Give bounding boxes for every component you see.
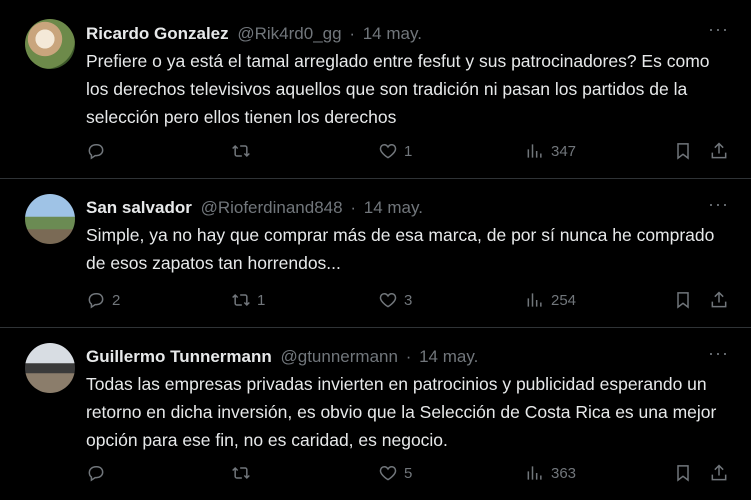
reply-icon <box>88 144 104 160</box>
bookmark-button[interactable] <box>673 139 693 163</box>
bookmark-button[interactable] <box>673 461 693 485</box>
tweet-text: Simple, ya no hay que comprar más de esa… <box>86 225 715 273</box>
like-button[interactable]: 1 <box>378 139 412 163</box>
retweet-button[interactable]: 1 <box>231 288 265 312</box>
tweet[interactable]: Ricardo Gonzalez @Rik4rd0_gg · 14 may. ·… <box>0 0 751 179</box>
views-count: 347 <box>551 142 577 160</box>
bookmark-icon <box>677 292 689 309</box>
author-name[interactable]: San salvador <box>86 198 192 217</box>
reply-icon <box>88 466 104 482</box>
retweet-button[interactable] <box>231 461 257 485</box>
author-name[interactable]: Ricardo Gonzalez <box>86 24 229 43</box>
like-count: 3 <box>404 291 413 309</box>
views-icon <box>527 466 542 480</box>
reply-button[interactable]: 2 <box>86 288 120 312</box>
tweet-actions: 1 347 <box>0 139 751 163</box>
retweet-count: 1 <box>257 291 266 309</box>
tweet-date[interactable]: 14 may. <box>363 24 422 43</box>
tweet-header: Guillermo Tunnermann @gtunnermann · 14 m… <box>86 347 478 367</box>
tweet-date[interactable]: 14 may. <box>364 198 423 217</box>
author-handle[interactable]: @gtunnermann <box>281 347 398 366</box>
reply-feed: Ricardo Gonzalez @Rik4rd0_gg · 14 may. ·… <box>0 0 751 500</box>
avatar[interactable] <box>25 194 75 244</box>
tweet-actions: 5 363 <box>0 461 751 485</box>
share-icon <box>711 142 727 159</box>
share-icon <box>711 291 727 308</box>
share-button[interactable] <box>709 139 729 163</box>
like-count: 5 <box>404 464 413 482</box>
tweet-text: Todas las empresas privadas invierten en… <box>86 374 717 450</box>
author-handle[interactable]: @Rik4rd0_gg <box>237 24 341 43</box>
share-icon <box>711 464 727 481</box>
tweet-header: Ricardo Gonzalez @Rik4rd0_gg · 14 may. <box>86 24 422 44</box>
avatar[interactable] <box>25 343 75 393</box>
avatar[interactable] <box>25 19 75 69</box>
reply-icon <box>88 293 104 309</box>
like-button[interactable]: 5 <box>378 461 412 485</box>
like-button[interactable]: 3 <box>378 288 412 312</box>
views-button[interactable]: 363 <box>525 461 576 485</box>
separator-dot: · <box>350 198 356 217</box>
tweet-date[interactable]: 14 may. <box>419 347 478 366</box>
reply-button[interactable] <box>86 139 112 163</box>
retweet-button[interactable] <box>231 139 257 163</box>
bookmark-icon <box>677 465 689 482</box>
more-options-icon[interactable]: ··· <box>708 344 729 362</box>
more-options-icon[interactable]: ··· <box>708 195 729 213</box>
tweet-header: San salvador @Rioferdinand848 · 14 may. <box>86 198 423 218</box>
views-count: 363 <box>551 464 577 482</box>
separator-dot: · <box>349 24 355 43</box>
bookmark-icon <box>677 143 689 160</box>
share-button[interactable] <box>709 461 729 485</box>
heart-icon <box>379 465 397 481</box>
views-button[interactable]: 347 <box>525 139 576 163</box>
tweet[interactable]: San salvador @Rioferdinand848 · 14 may. … <box>0 179 751 328</box>
author-name[interactable]: Guillermo Tunnermann <box>86 347 272 366</box>
like-count: 1 <box>404 142 413 160</box>
views-count: 254 <box>551 291 577 309</box>
reply-count: 2 <box>112 291 121 309</box>
views-icon <box>527 293 542 307</box>
author-handle[interactable]: @Rioferdinand848 <box>201 198 343 217</box>
tweet-text: Prefiere o ya está el tamal arreglado en… <box>86 51 710 127</box>
views-button[interactable]: 254 <box>525 288 576 312</box>
share-button[interactable] <box>709 288 729 312</box>
retweet-icon <box>232 466 250 480</box>
reply-button[interactable] <box>86 461 112 485</box>
views-icon <box>527 144 542 158</box>
tweet-actions: 2 1 3 254 <box>0 288 751 312</box>
retweet-icon <box>232 293 250 307</box>
separator-dot: · <box>405 347 412 366</box>
heart-icon <box>379 292 397 308</box>
retweet-icon <box>232 144 250 158</box>
more-options-icon[interactable]: ··· <box>708 20 729 38</box>
bookmark-button[interactable] <box>673 288 693 312</box>
tweet[interactable]: Guillermo Tunnermann @gtunnermann · 14 m… <box>0 328 751 500</box>
heart-icon <box>379 143 397 159</box>
